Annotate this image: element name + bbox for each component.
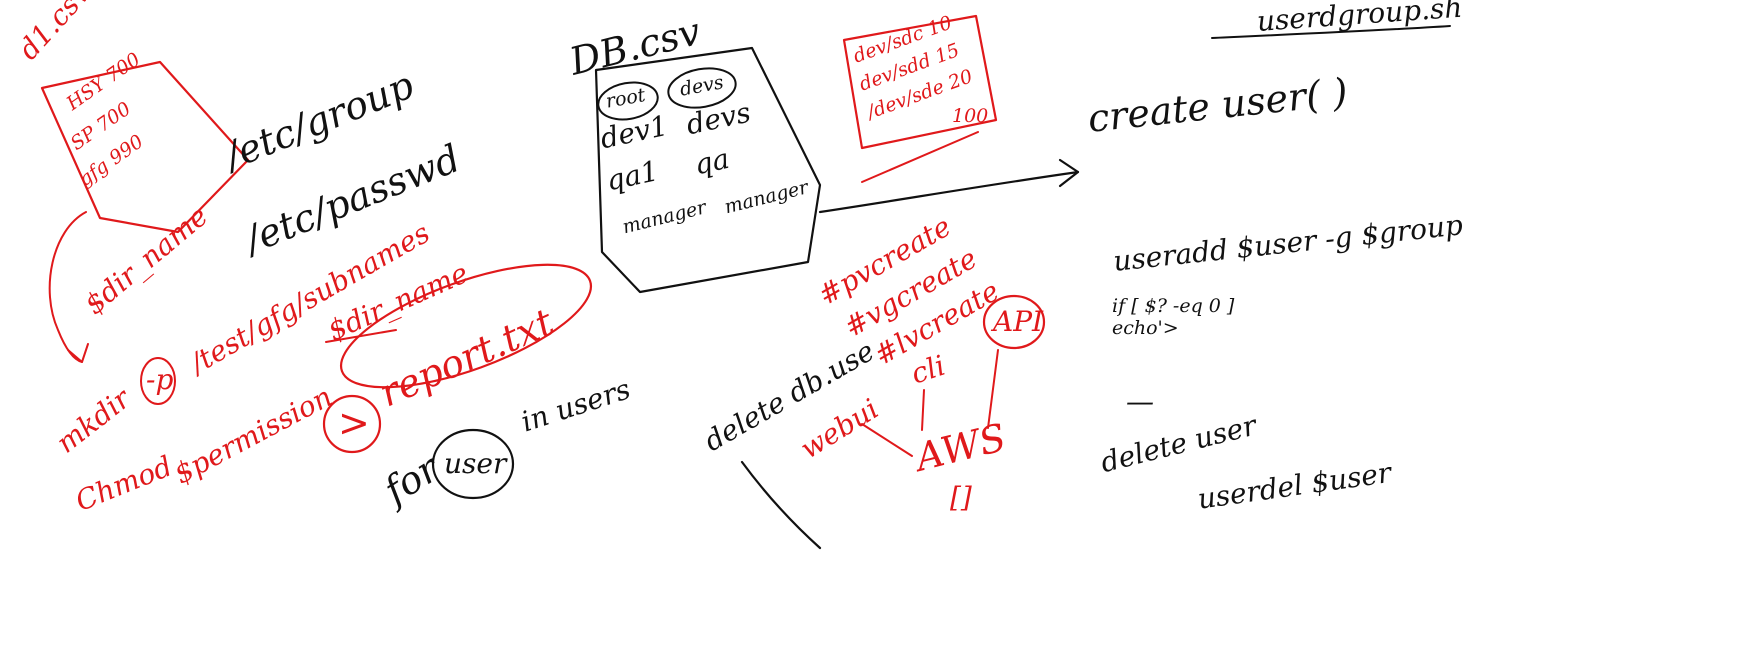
redirect-symbol: > bbox=[338, 401, 370, 445]
db-row2-b: qa bbox=[691, 141, 733, 182]
dash: — bbox=[1126, 385, 1154, 418]
api-label: API bbox=[993, 305, 1044, 338]
if-check: if [ $? -eq 0 ] bbox=[1112, 295, 1235, 317]
aws-sub: [] bbox=[950, 481, 972, 514]
dev-box-tail bbox=[861, 131, 979, 183]
mkdir-flag: -p bbox=[146, 363, 174, 396]
user-variable: user bbox=[444, 447, 507, 480]
curve-arrow-head bbox=[67, 343, 89, 363]
curve-arrow bbox=[48, 211, 87, 363]
main-arrow bbox=[818, 170, 1080, 214]
dev-line4: 100 bbox=[952, 105, 989, 127]
cli-aws-line bbox=[921, 389, 925, 431]
echo: echo'> bbox=[1112, 317, 1179, 339]
diagonal-stroke bbox=[740, 460, 822, 550]
